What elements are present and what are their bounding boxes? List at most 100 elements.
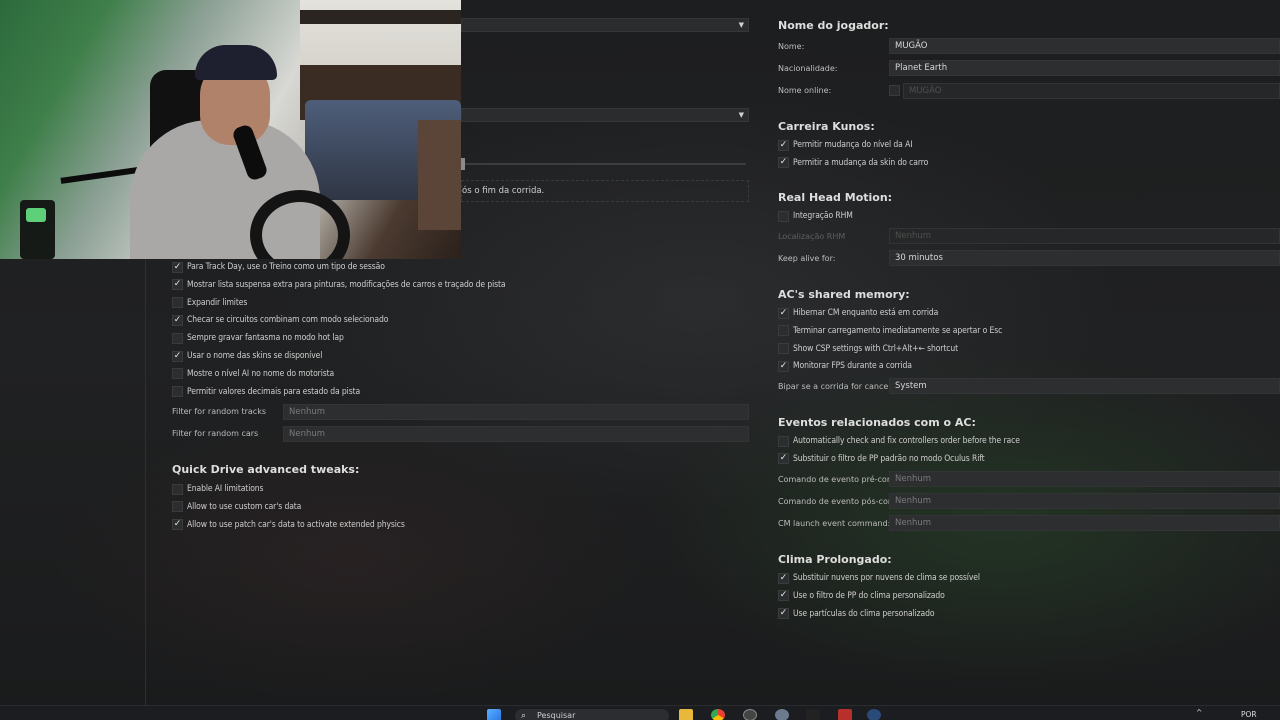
quick-drive-checkbox-label: Enable AI limitations (187, 484, 264, 494)
checkbox[interactable] (172, 386, 183, 398)
checkbox[interactable] (778, 435, 789, 447)
career-checkbox-row[interactable]: ✓ Permitir mudança do nível da AI (778, 137, 912, 153)
name-label: Nome: (778, 42, 805, 51)
rhm-location-input[interactable]: Nenhum (889, 228, 1280, 244)
settings-icon[interactable] (775, 709, 789, 720)
checkmark-icon[interactable]: ✓ (172, 279, 183, 291)
events-checkbox-label: Substituir o filtro de PP padrão no modo… (793, 453, 985, 464)
checkbox[interactable] (172, 368, 183, 380)
quick-drive-checkbox-row[interactable]: ✓ Allow to use patch car's data to activa… (172, 517, 405, 533)
checkmark-icon[interactable]: ✓ (778, 590, 789, 602)
windows-start-icon[interactable] (487, 709, 501, 720)
slider-handle[interactable] (461, 158, 465, 170)
partial-text-field[interactable]: ós o fim da corrida. (461, 180, 749, 202)
checkmark-icon[interactable]: ✓ (778, 572, 789, 584)
keep-alive-select[interactable]: 30 minutos (889, 250, 1280, 266)
weather-checkbox-row[interactable]: ✓ Use partículas do clima personalizado (778, 606, 935, 622)
player-title: Nome do jogador: (778, 19, 889, 32)
left-option-checkbox-row[interactable]: ✓ Para Track Day, use o Treino como um ti… (172, 259, 385, 275)
shared-memory-title: AC's shared memory: (778, 288, 910, 301)
shared-memory-checkbox-row[interactable]: ✓ Hibernar CM enquanto está em corrida (778, 305, 938, 321)
checkbox[interactable] (172, 332, 183, 344)
checkbox[interactable] (172, 483, 183, 495)
weather-title: Clima Prolongado: (778, 553, 892, 566)
chevron-down-icon: ▼ (738, 111, 744, 119)
left-option-checkbox-row[interactable]: Mostre o nível AI no nome do motorista (172, 366, 334, 382)
left-option-checkbox-label: Sempre gravar fantasma no modo hot lap (187, 333, 344, 344)
shared-memory-checkbox-row[interactable]: Show CSP settings with Ctrl+Alt+← shortc… (778, 341, 958, 357)
name-input[interactable]: MUGÃO (889, 38, 1280, 54)
tray-chevron-icon[interactable]: ^ (1196, 708, 1202, 717)
chrome-icon[interactable] (711, 709, 725, 720)
checkmark-icon[interactable]: ✓ (778, 307, 789, 319)
checkmark-icon[interactable]: ✓ (172, 261, 183, 273)
weather-checkbox-row[interactable]: ✓ Substituir nuvens por nuvens de clima s… (778, 570, 980, 586)
weather-checkbox-label: Substituir nuvens por nuvens de clima se… (793, 573, 980, 583)
shared-memory-checkbox-label: Terminar carregamento imediatamente se a… (793, 325, 1003, 336)
launch-event-input[interactable]: Nenhum (889, 515, 1280, 531)
nationality-input[interactable]: Planet Earth (889, 60, 1280, 76)
pre-event-label: Comando de evento pré-corrid (778, 475, 901, 484)
checkbox[interactable] (778, 343, 789, 355)
app-icon[interactable] (806, 709, 820, 720)
checkbox[interactable] (172, 297, 183, 309)
checkmark-icon[interactable]: ✓ (172, 519, 183, 531)
online-name-input[interactable]: MUGÃO (903, 83, 1280, 99)
search-placeholder: Pesquisar (537, 711, 576, 720)
quick-drive-checkbox-row[interactable]: Allow to use custom car's data (172, 499, 301, 515)
checkmark-icon[interactable]: ✓ (778, 608, 789, 620)
content-manager-icon[interactable] (838, 709, 852, 720)
left-option-checkbox-row[interactable]: Permitir valores decimais para estado da… (172, 384, 360, 400)
weather-checkbox-row[interactable]: ✓ Use o filtro de PP do clima personaliza… (778, 588, 945, 604)
events-checkbox-label: Automatically check and fix controllers … (793, 436, 1020, 446)
checkmark-icon[interactable]: ✓ (172, 350, 183, 362)
online-name-checkbox[interactable] (889, 85, 900, 96)
events-checkbox-row[interactable]: Automatically check and fix controllers … (778, 433, 1020, 449)
filter-cars-input[interactable]: Nenhum (283, 426, 749, 442)
left-option-checkbox-row[interactable]: ✓ Usar o nome das skins se disponível (172, 348, 322, 364)
beep-label: Bipar se a corrida for cancelad (778, 382, 901, 391)
shared-memory-checkbox-row[interactable]: Terminar carregamento imediatamente se a… (778, 323, 1002, 339)
checkmark-icon[interactable]: ✓ (778, 453, 789, 465)
quick-drive-title: Quick Drive advanced tweaks: (172, 463, 360, 476)
checkbox[interactable] (778, 210, 789, 222)
rhm-checkbox-row[interactable]: Integração RHM (778, 208, 853, 224)
shared-memory-checkbox-label: Hibernar CM enquanto está em corrida (793, 308, 939, 318)
left-option-checkbox-label: Para Track Day, use o Treino como um tip… (187, 262, 385, 272)
left-option-checkbox-label: Mostrar lista suspensa extra para pintur… (187, 279, 506, 290)
taskbar-search[interactable]: ⌕ Pesquisar (515, 709, 669, 720)
slider-track[interactable] (461, 158, 746, 170)
career-checkbox-label: Permitir a mudança da skin do carro (793, 157, 929, 168)
steam-icon[interactable] (867, 709, 881, 720)
pre-event-input[interactable]: Nenhum (889, 471, 1280, 487)
rhm-checkbox-label: Integração RHM (793, 211, 853, 221)
left-option-checkbox-row[interactable]: Sempre gravar fantasma no modo hot lap (172, 330, 344, 346)
beep-select[interactable]: System (889, 378, 1280, 394)
post-event-input[interactable]: Nenhum (889, 493, 1280, 509)
career-checkbox-row[interactable]: ✓ Permitir a mudança da skin do carro (778, 155, 928, 171)
folder-icon[interactable] (679, 709, 693, 720)
nationality-label: Nacionalidade: (778, 64, 838, 73)
checkmark-icon[interactable]: ✓ (172, 314, 183, 326)
events-checkbox-row[interactable]: ✓ Substituir o filtro de PP padrão no mod… (778, 451, 985, 467)
left-option-checkbox-row[interactable]: Expandir limites (172, 295, 247, 311)
shared-memory-checkbox-row[interactable]: ✓ Monitorar FPS durante a corrida (778, 358, 912, 374)
career-checkbox-label: Permitir mudança do nível da AI (793, 140, 913, 150)
checkbox[interactable] (778, 325, 789, 337)
top-dropdown-2[interactable]: ▼ (461, 108, 749, 122)
rhm-title: Real Head Motion: (778, 191, 893, 204)
left-option-checkbox-row[interactable]: ✓ Mostrar lista suspensa extra para pintu… (172, 277, 506, 293)
checkbox[interactable] (172, 501, 183, 513)
checkmark-icon[interactable]: ✓ (778, 157, 789, 169)
language-indicator[interactable]: POR (1241, 710, 1257, 719)
left-option-checkbox-label: Mostre o nível AI no nome do motorista (187, 368, 335, 379)
filter-tracks-input[interactable]: Nenhum (283, 404, 749, 420)
online-name-label: Nome online: (778, 86, 832, 95)
discord-icon[interactable] (743, 709, 757, 720)
quick-drive-checkbox-row[interactable]: Enable AI limitations (172, 481, 264, 497)
checkmark-icon[interactable]: ✓ (778, 360, 789, 372)
left-option-checkbox-row[interactable]: ✓ Checar se circuitos combinam com modo s… (172, 312, 388, 328)
top-dropdown-1[interactable]: ▼ (461, 18, 749, 32)
checkmark-icon[interactable]: ✓ (778, 139, 789, 151)
panel-divider (145, 255, 146, 705)
